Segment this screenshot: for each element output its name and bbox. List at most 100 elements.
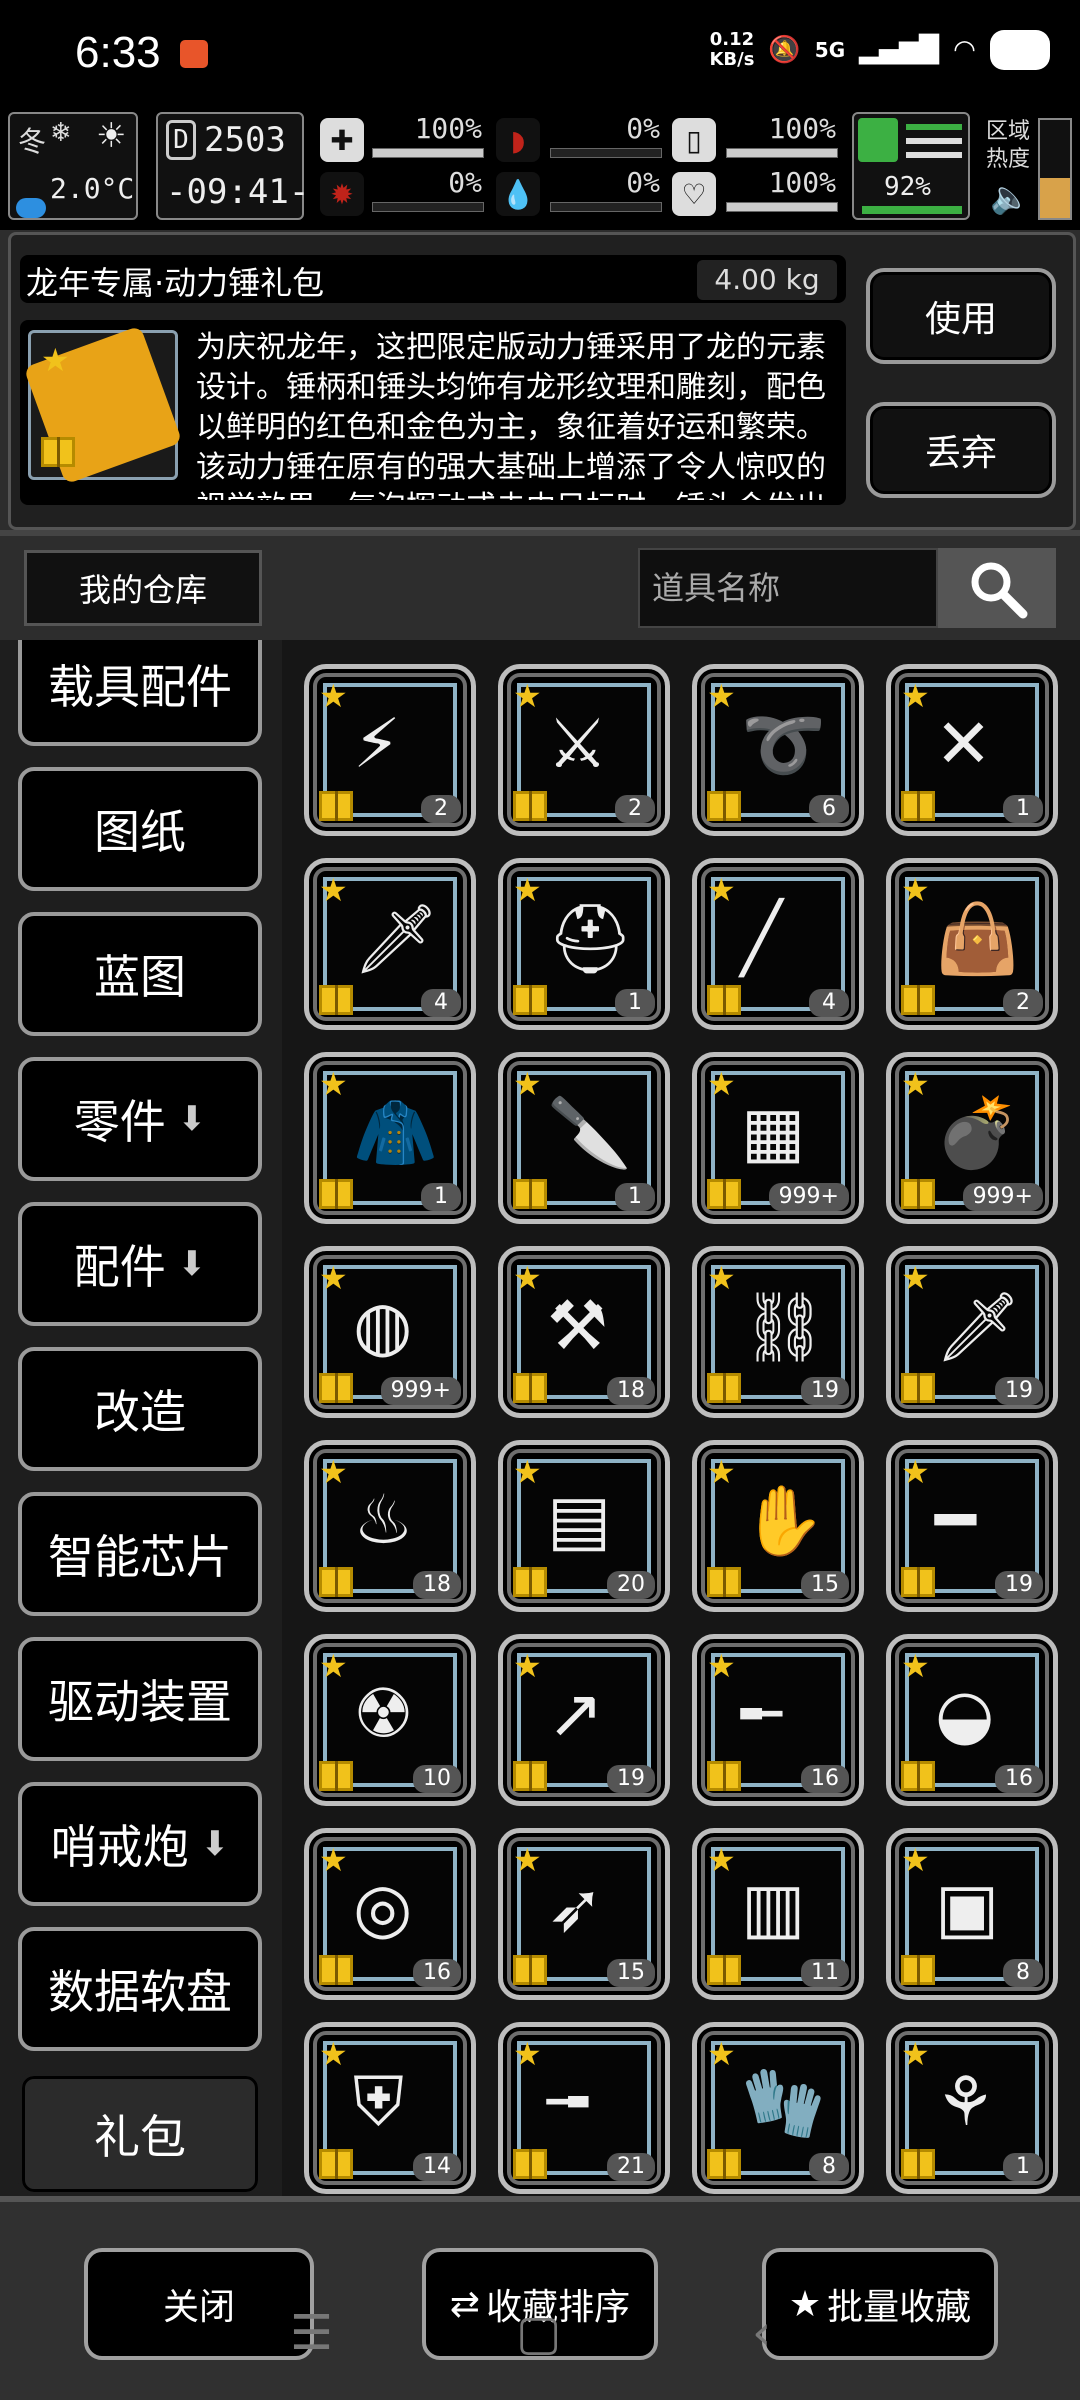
batch-favorite-label: 批量收藏	[827, 2287, 972, 2328]
gift-icon	[319, 985, 353, 1015]
close-button[interactable]: 关闭	[84, 2248, 314, 2360]
inventory-slot[interactable]: 🧥 ★ 1	[304, 1052, 476, 1224]
inventory-slot[interactable]: ◎ ★ 16	[304, 1828, 476, 2000]
inventory-slot[interactable]: ↗ ★ 19	[498, 1634, 670, 1806]
favorite-star-icon: ★	[513, 1841, 542, 1879]
inventory-slot[interactable]: 🗡 ★ 4	[304, 858, 476, 1030]
inventory-slot[interactable]: ⚡ ★ 2	[304, 664, 476, 836]
inventory-slot[interactable]: ◍ ★ 999+	[304, 1246, 476, 1418]
sidebar-item[interactable]: 礼包	[18, 2072, 262, 2196]
stomach-bar	[550, 148, 662, 158]
tactical-helmet-icon: ◒	[935, 1675, 995, 1754]
item-count: 11	[801, 1959, 849, 1987]
search-input[interactable]: 道具名称	[638, 548, 938, 628]
status-icons: 0.12 KB/s 🔕 5G ▂▄▆█ ◠ 48	[709, 30, 1050, 70]
category-sidebar[interactable]: 载具配件 图纸 蓝图 零件 ⬇ 配件 ⬇ 改造 智能芯片 驱动装置 哨戒炮 ⬇ 数据软盘 礼包	[0, 640, 282, 2196]
sidebar-item-label: 零件	[73, 1095, 166, 1149]
gift-icon	[41, 437, 75, 467]
favorite-star-icon: ★	[901, 1841, 930, 1879]
inventory-slot[interactable]: ✋ ★ 15	[692, 1440, 864, 1612]
nav-home-icon[interactable]: ▢	[516, 2305, 561, 2361]
blood-pct: 0%	[626, 166, 660, 199]
game-clock: -09:41-	[166, 172, 310, 212]
use-button[interactable]: 使用	[866, 268, 1056, 364]
volume-icon[interactable]: 🔈	[990, 178, 1030, 216]
favorite-star-icon: ★	[901, 1259, 930, 1297]
sidebar-item[interactable]: 蓝图	[18, 912, 262, 1036]
cargo-pack-icon: ▤	[547, 1481, 612, 1560]
inventory-slot[interactable]: ⛓ ★ 19	[692, 1246, 864, 1418]
inventory-slot[interactable]: ▥ ★ 11	[692, 1828, 864, 2000]
inventory-slot[interactable]: ⚘ ★ 1	[886, 2022, 1058, 2194]
nav-menu-icon[interactable]: ☰	[290, 2305, 333, 2361]
favorite-star-icon: ★	[513, 1647, 542, 1685]
expand-arrow-icon: ⬇	[177, 1244, 207, 1284]
item-description: 为庆祝龙年，这把限定版动力锤采用了龙的元素设计。锤柄和锤头均饰有龙形纹理和雕刻，…	[196, 330, 826, 500]
gift-icon	[707, 1179, 741, 1209]
inventory-slot[interactable]: 🔪 ★ 1	[498, 1052, 670, 1224]
batch-favorite-button[interactable]: ★ 批量收藏	[762, 2248, 998, 2360]
inventory-slot[interactable]: ⛑ ★ 1	[498, 858, 670, 1030]
inventory-slot[interactable]: ◒ ★ 16	[886, 1634, 1058, 1806]
inventory-slot[interactable]: ➶ ★ 15	[498, 1828, 670, 2000]
sidebar-item[interactable]: 智能芯片	[18, 1492, 262, 1616]
inventory-slot[interactable]: ▤ ★ 20	[498, 1440, 670, 1612]
cleaver-icon: 🔪	[547, 1094, 632, 1173]
zone-label-line-2: 热度	[986, 147, 1031, 172]
inventory-slot[interactable]: 👜 ★ 2	[886, 858, 1058, 1030]
battery-indicator: 48	[989, 30, 1050, 70]
gift-icon	[901, 1179, 935, 1209]
heat-meter	[1038, 118, 1072, 220]
favorite-star-icon: ★	[707, 1841, 736, 1879]
gift-icon	[901, 1761, 935, 1791]
gift-icon	[707, 1373, 741, 1403]
storage-tab[interactable]: 我的仓库	[24, 550, 262, 626]
gauntlets-icon: ✋	[741, 1482, 826, 1561]
item-count: 1	[615, 989, 655, 1017]
inventory-slot[interactable]: ╱ ★ 4	[692, 858, 864, 1030]
gift-icon	[513, 1373, 547, 1403]
gift-icon	[901, 791, 935, 821]
inventory-slot[interactable]: ⚒ ★ 18	[498, 1246, 670, 1418]
item-count: 14	[413, 2153, 461, 2181]
inventory-slot[interactable]: 🗡 ★ 19	[886, 1246, 1058, 1418]
item-name: 龙年专属·动力锤礼包	[26, 264, 325, 302]
discard-button[interactable]: 丢弃	[866, 402, 1056, 498]
inventory-slot[interactable]: ⚔ ★ 2	[498, 664, 670, 836]
power-hammer-icon: ⚒	[547, 1287, 608, 1366]
sidebar-item[interactable]: 驱动装置	[18, 1637, 262, 1761]
item-count: 1	[1003, 795, 1043, 823]
inventory-slot[interactable]: ✕ ★ 1	[886, 664, 1058, 836]
item-count: 2	[615, 795, 655, 823]
day-icon: D	[166, 120, 196, 160]
sidebar-item[interactable]: 图纸	[18, 767, 262, 891]
sidebar-item[interactable]: 配件 ⬇	[18, 1202, 262, 1326]
nav-back-icon[interactable]: ‹	[752, 2305, 771, 2361]
sidebar-item[interactable]: 零件 ⬇	[18, 1057, 262, 1181]
sidebar-item[interactable]: 数据软盘	[18, 1927, 262, 2051]
sword-icon: 🗡	[353, 900, 440, 979]
sidebar-item[interactable]: 哨戒炮 ⬇	[18, 1782, 262, 1906]
sun-icon: ☀	[96, 116, 127, 156]
inventory-slot[interactable]: ▣ ★ 8	[886, 1828, 1058, 2000]
sidebar-item[interactable]: 改造	[18, 1347, 262, 1471]
sidebar-item[interactable]: 载具配件	[18, 640, 262, 746]
inventory-grid[interactable]: ⚡ ★ 2 ⚔ ★ 2 ➰ ★ 6 ✕ ★ 1 🗡 ★ 4 ⛑ ★ 1 ╱ ★ 4 👜 ★ 2 🧥 ★ 1 🔪 ★ 1 ▦ ★ 999+ 💣 ★ 99…	[282, 640, 1080, 2196]
inventory-slot[interactable]: ╼ ★ 21	[498, 2022, 670, 2194]
inventory-slot[interactable]: 💣 ★ 999+	[886, 1052, 1058, 1224]
favorite-star-icon: ★	[319, 871, 348, 909]
inventory-slot[interactable]: ⛨ ★ 14	[304, 2022, 476, 2194]
item-count: 18	[607, 1377, 655, 1405]
inventory-slot[interactable]: ━ ★ 19	[886, 1440, 1058, 1612]
inventory-slot[interactable]: ➰ ★ 6	[692, 664, 864, 836]
inventory-slot[interactable]: 🧤 ★ 8	[692, 2022, 864, 2194]
gloves-icon: 🧤	[741, 2064, 826, 2143]
weather-panel: 冬 ❄ ☀ 2.0°C	[8, 112, 138, 220]
inventory-slot[interactable]: ☢ ★ 10	[304, 1634, 476, 1806]
search-button[interactable]	[938, 548, 1056, 628]
inventory-slot[interactable]: ♨ ★ 18	[304, 1440, 476, 1612]
zone-heat-label: 区域 热度	[986, 118, 1030, 174]
favorite-star-icon: ★	[319, 1065, 348, 1103]
inventory-slot[interactable]: ▦ ★ 999+	[692, 1052, 864, 1224]
inventory-slot[interactable]: ╾ ★ 16	[692, 1634, 864, 1806]
